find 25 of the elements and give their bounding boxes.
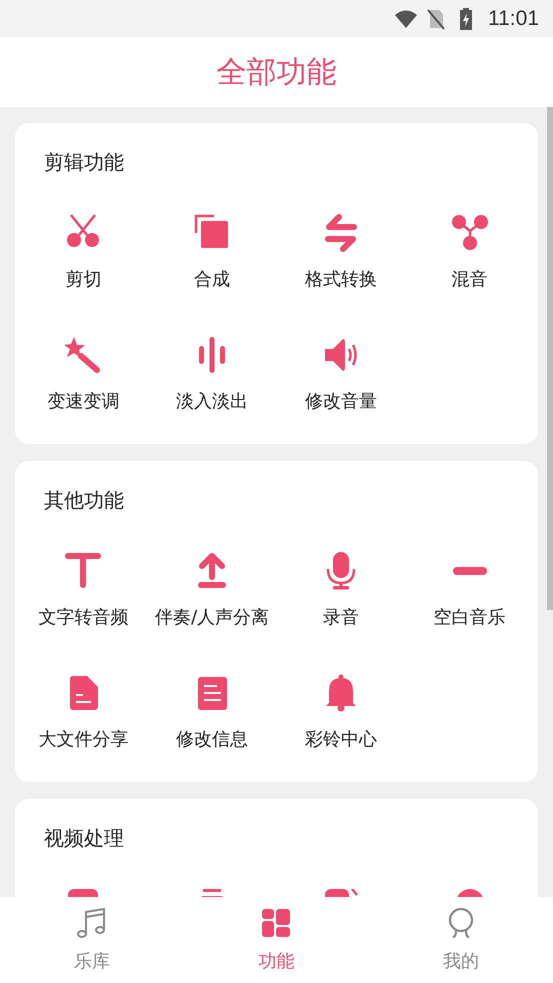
feature-item[interactable]: 录音: [276, 533, 406, 655]
nav-tab[interactable]: 功能: [184, 897, 369, 983]
feature-item[interactable]: 合成: [148, 195, 276, 317]
nav-tab[interactable]: 我的: [368, 897, 553, 983]
feature-item[interactable]: 彩铃中心: [276, 655, 406, 777]
nav-tab[interactable]: 乐库: [0, 897, 184, 983]
feature-item[interactable]: 剪切: [19, 195, 148, 317]
section-title: 其他功能: [44, 487, 125, 513]
feature-item[interactable]: 格式转换: [276, 195, 406, 317]
nodes-icon: [450, 213, 490, 253]
grid-icon: [260, 907, 292, 939]
feature-item[interactable]: 修改信息: [148, 655, 276, 777]
feature-item[interactable]: 混音: [405, 195, 534, 317]
page-title: 全部功能: [216, 54, 336, 92]
feature-item[interactable]: 变速变调: [19, 317, 148, 439]
section-title: 视频处理: [44, 825, 125, 851]
feature-item[interactable]: 大文件分享: [19, 655, 148, 777]
section-title: 剪辑功能: [44, 149, 125, 175]
feature-item[interactable]: 伴奏/人声分离: [148, 533, 276, 655]
feature-item[interactable]: 修改音量: [276, 317, 406, 439]
feature-item[interactable]: 文字转音频: [19, 533, 148, 655]
feature-item[interactable]: 空白音乐: [405, 533, 534, 655]
text-icon: [63, 551, 104, 591]
status-time: 11:01: [488, 6, 539, 30]
feature-item[interactable]: 淡入淡出: [148, 317, 276, 439]
